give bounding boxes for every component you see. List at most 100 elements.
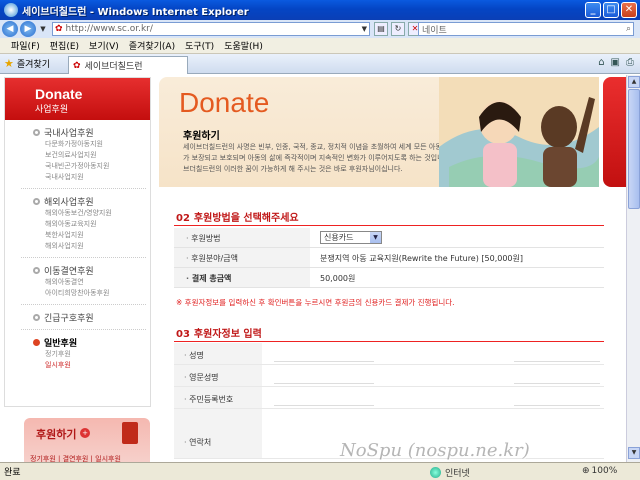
menu-view[interactable]: 보기(V) (84, 39, 124, 52)
security-zone[interactable]: 인터넷 (430, 466, 470, 479)
sidebar-group-general: 일반후원 정기후원 일시후원 (5, 330, 150, 373)
scroll-up-icon[interactable]: ▲ (628, 76, 640, 88)
section-3-rule (174, 341, 604, 342)
history-dropdown-icon[interactable]: ▼ (38, 22, 48, 36)
print-icon[interactable]: ⎙ (626, 57, 634, 68)
banner-title: 후원하기 (183, 131, 220, 142)
sidebar-group-title[interactable]: 긴급구호후원 (33, 311, 150, 324)
chevron-down-icon[interactable]: ▼ (370, 232, 381, 243)
form-row-field: 후원분야/금액 분쟁지역 아동 교육지원(Rewrite the Future)… (174, 248, 604, 268)
sidebar-item-active[interactable]: 일시후원 (33, 360, 150, 371)
site-favicon-icon: ✿ (55, 24, 63, 34)
tab-bar: ★ 즐겨찾기 ✿ 세이브더칠드런 ⌂ ▣ ⎙ (0, 54, 640, 74)
banner-description: 세이브더칠드런의 사명은 빈부, 인종, 국적, 종교, 정치적 이념을 초월하… (183, 143, 470, 173)
sidebar-item[interactable]: 보건의료사업지원 (33, 150, 150, 161)
sidebar-item[interactable]: 국내빈곤가정아동지원 (33, 161, 150, 172)
window-title: 세이브더칠드런 - Windows Internet Explorer (22, 6, 249, 18)
menu-help[interactable]: 도움말(H) (219, 39, 268, 52)
menu-favorites[interactable]: 즐겨찾기(A) (124, 39, 180, 52)
favorites-button[interactable]: 즐겨찾기 (17, 57, 50, 70)
ie-logo-icon (4, 3, 18, 17)
watermark: NoSpu (nospu.ne.kr) (340, 440, 530, 461)
feeds-icon[interactable]: ▣ (611, 57, 620, 68)
vertical-scrollbar[interactable]: ▲ ▼ (626, 75, 640, 462)
sidebar-item[interactable]: 아이티희망찬아동후원 (33, 288, 150, 299)
url-text: http://www.sc.or.kr/ (65, 24, 153, 34)
sidebar-group-title[interactable]: 이동결연후원 (33, 264, 150, 277)
section-2-rule (174, 225, 604, 226)
zoom-icon: ⊕ (582, 466, 590, 476)
menu-edit[interactable]: 편집(E) (45, 39, 84, 52)
sidebar-item[interactable]: 북한사업지원 (33, 230, 150, 241)
bullet-icon (33, 339, 40, 346)
menu-tools[interactable]: 도구(T) (180, 39, 219, 52)
form-row-resident-number: 주민등록번호 (174, 387, 604, 409)
payment-method-value: 신용카드 (324, 233, 354, 242)
scroll-thumb[interactable] (628, 89, 640, 209)
sidebar-group-sponsorship: 이동결연후원 해외아동결연 아이티희망찬아동후원 (5, 258, 150, 301)
field-label: 후원분야/금액 (174, 248, 310, 267)
url-dropdown-icon[interactable]: ▼ (362, 25, 367, 33)
form-row-total: 결제 총금액 50,000원 (174, 268, 604, 288)
resident-number-input[interactable] (274, 405, 374, 406)
maximize-button[interactable]: □ (603, 2, 619, 18)
status-text: 완료 (4, 468, 21, 478)
donate-promo-links[interactable]: 정기후원 | 결연후원 | 일시후원 (30, 454, 121, 462)
form-row-english-name: 영문성명 (174, 365, 604, 387)
zone-label: 인터넷 (445, 469, 470, 479)
search-input[interactable]: 네이트 ⌕ (418, 22, 634, 36)
field-label: 후원방법 (174, 228, 310, 247)
plus-icon[interactable]: + (80, 428, 90, 438)
sidebar-item[interactable]: 해외아동결연 (33, 277, 150, 288)
sidebar: Donate 사업후원 국내사업후원 다문화가정아동지원 보건의료사업지원 국내… (4, 77, 151, 407)
minimize-button[interactable]: _ (585, 2, 601, 18)
close-button[interactable]: ✕ (621, 2, 637, 18)
sidebar-group-title[interactable]: 해외사업후원 (33, 195, 150, 208)
command-bar: ⌂ ▣ ⎙ (598, 57, 634, 68)
section-2-title: 02 후원방법을 선택해주세요 (176, 213, 299, 224)
forward-button[interactable]: ▶ (20, 21, 36, 37)
search-icon[interactable]: ⌕ (626, 24, 631, 34)
menu-file[interactable]: 파일(F) (6, 39, 45, 52)
sidebar-group-title[interactable]: 국내사업후원 (33, 126, 150, 139)
payment-notice: ※ 후원자정보를 입력하신 후 확인버튼을 누르시면 후원금의 신용카드 결제가… (176, 298, 455, 307)
sidebar-header: Donate 사업후원 (5, 78, 150, 120)
home-icon[interactable]: ⌂ (598, 57, 604, 68)
resident-number-input-extra[interactable] (514, 405, 600, 406)
sidebar-item[interactable]: 정기후원 (33, 349, 150, 360)
sidebar-item[interactable]: 해외사업지원 (33, 241, 150, 252)
search-placeholder: 네이트 (422, 25, 447, 36)
donate-promo-box[interactable]: 후원하기 + 정기후원 | 결연후원 | 일시후원 (24, 418, 150, 462)
english-name-input[interactable] (274, 383, 374, 384)
name-input-extra[interactable] (514, 361, 600, 362)
english-name-input-extra[interactable] (514, 383, 600, 384)
field-label: 연락처 (174, 409, 262, 458)
scroll-down-icon[interactable]: ▼ (628, 447, 640, 459)
refresh-icon[interactable]: ↻ (391, 22, 405, 36)
zoom-control[interactable]: ⊕ 100% (582, 466, 617, 476)
field-label: 성명 (174, 343, 262, 364)
sidebar-item[interactable]: 국내사업지원 (33, 172, 150, 183)
back-button[interactable]: ◀ (2, 21, 18, 37)
tab-label: 세이브더칠드런 (84, 62, 143, 72)
sidebar-item[interactable]: 해외아동교육지원 (33, 219, 150, 230)
url-input[interactable]: ✿ http://www.sc.or.kr/ ▼ (52, 22, 370, 36)
payment-method-select[interactable]: 신용카드 ▼ (320, 231, 382, 244)
sidebar-group-title-active[interactable]: 일반후원 (33, 336, 150, 349)
banner-heading: Donate (179, 87, 270, 118)
tab-active[interactable]: ✿ 세이브더칠드런 (68, 56, 188, 74)
banner-red-edge (603, 77, 626, 187)
field-value: 분쟁지역 아동 교육지원(Rewrite the Future) [50,000… (320, 254, 523, 263)
section-3-title: 03 후원자정보 입력 (176, 329, 262, 340)
name-input[interactable] (274, 361, 374, 362)
page-viewport: Donate 사업후원 국내사업후원 다문화가정아동지원 보건의료사업지원 국내… (0, 75, 626, 462)
favorites-star-icon[interactable]: ★ (4, 57, 14, 70)
compat-view-icon[interactable]: ▤ (374, 22, 388, 36)
sidebar-item[interactable]: 다문화가정아동지원 (33, 139, 150, 150)
sidebar-item[interactable]: 해외아동보건/영양지원 (33, 208, 150, 219)
window-titlebar: 세이브더칠드런 - Windows Internet Explorer _ □ … (0, 0, 640, 20)
sidebar-group-overseas: 해외사업후원 해외아동보건/영양지원 해외아동교육지원 북한사업지원 해외사업지… (5, 189, 150, 254)
bullet-icon (33, 267, 40, 274)
bullet-icon (33, 129, 40, 136)
field-label: 주민등록번호 (174, 387, 262, 408)
